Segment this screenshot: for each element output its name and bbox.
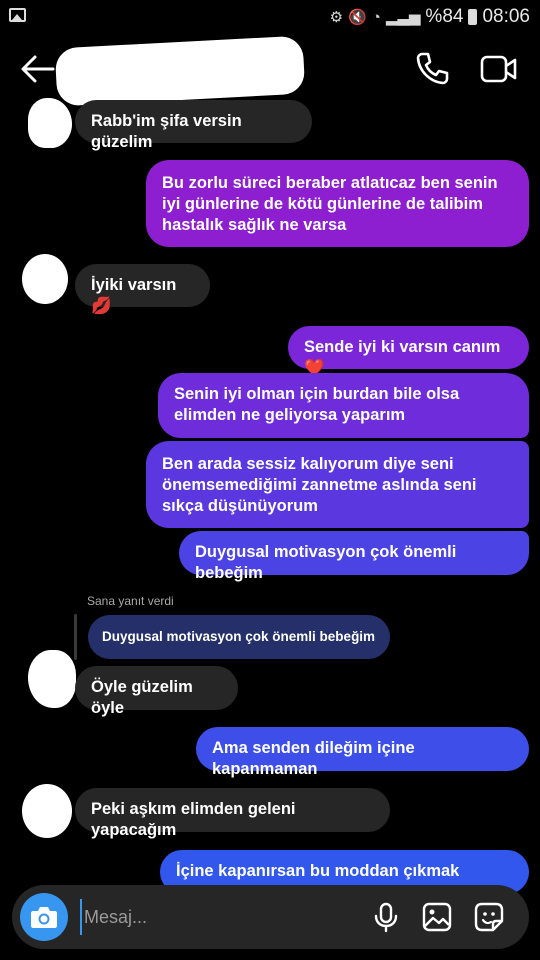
status-bar: ⚙ 🔇 ◔ ▂▃▅ %84 08:06 bbox=[0, 0, 540, 34]
sticker-button[interactable] bbox=[473, 901, 505, 933]
status-bar-right: ⚙ 🔇 ◔ ▂▃▅ %84 08:06 bbox=[330, 5, 530, 29]
message-outgoing[interactable]: Sende iyi ki varsın canım ❤️ bbox=[288, 326, 529, 377]
back-arrow-icon bbox=[21, 55, 55, 83]
quoted-message[interactable]: Duygusal motivasyon çok önemli bebeğim bbox=[88, 615, 390, 659]
avatar bbox=[28, 650, 76, 708]
video-call-button[interactable] bbox=[480, 54, 518, 84]
gallery-button[interactable] bbox=[421, 901, 453, 933]
alarm-icon: ⚙ bbox=[329, 9, 344, 26]
message-outgoing[interactable]: Duygusal motivasyon çok önemli bebeğim bbox=[179, 531, 529, 582]
voice-message-button[interactable] bbox=[370, 901, 402, 933]
message-incoming[interactable]: Peki aşkım elimden geleni yapacağım bbox=[75, 788, 390, 839]
video-call-icon bbox=[480, 55, 517, 83]
signal-icon: ▂▃▅ bbox=[385, 9, 421, 26]
mute-icon: 🔇 bbox=[348, 9, 367, 26]
phone-icon bbox=[416, 52, 449, 85]
message-outgoing[interactable]: Ben arada sessiz kalıyorum diye seni öne… bbox=[146, 441, 529, 528]
avatar bbox=[22, 784, 72, 838]
message-input[interactable] bbox=[80, 899, 350, 935]
back-button[interactable] bbox=[18, 52, 56, 86]
redacted-contact-name bbox=[54, 35, 306, 107]
reply-label: Sana yanıt verdi bbox=[87, 594, 174, 608]
gallery-icon bbox=[422, 902, 452, 932]
reply-indicator-line bbox=[74, 614, 77, 660]
message-composer bbox=[12, 885, 529, 949]
message-outgoing[interactable]: Bu zorlu süreci beraber atlatıcaz ben se… bbox=[146, 160, 529, 247]
clock: 08:06 bbox=[482, 6, 530, 27]
voice-call-button[interactable] bbox=[414, 50, 450, 86]
message-incoming[interactable]: İyiki varsın 💋 bbox=[75, 264, 210, 315]
wifi-icon: ◔ bbox=[371, 8, 381, 26]
battery-percent: %84 bbox=[425, 6, 464, 27]
camera-button[interactable] bbox=[20, 893, 68, 941]
message-outgoing[interactable]: Senin iyi olman için burdan bile olsa el… bbox=[158, 373, 529, 438]
sticker-icon bbox=[474, 902, 504, 932]
microphone-icon bbox=[374, 902, 398, 933]
message-outgoing[interactable]: Ama senden dileğim içine kapanmaman bbox=[196, 727, 529, 778]
chat-header bbox=[0, 34, 540, 107]
gallery-notification-icon bbox=[9, 8, 26, 22]
avatar bbox=[28, 98, 72, 148]
camera-icon bbox=[31, 907, 57, 928]
message-incoming[interactable]: Rabb'im şifa versin güzelim bbox=[75, 100, 312, 151]
battery-icon bbox=[468, 9, 478, 25]
avatar bbox=[22, 254, 68, 304]
message-incoming[interactable]: Öyle güzelim öyle bbox=[75, 666, 238, 717]
